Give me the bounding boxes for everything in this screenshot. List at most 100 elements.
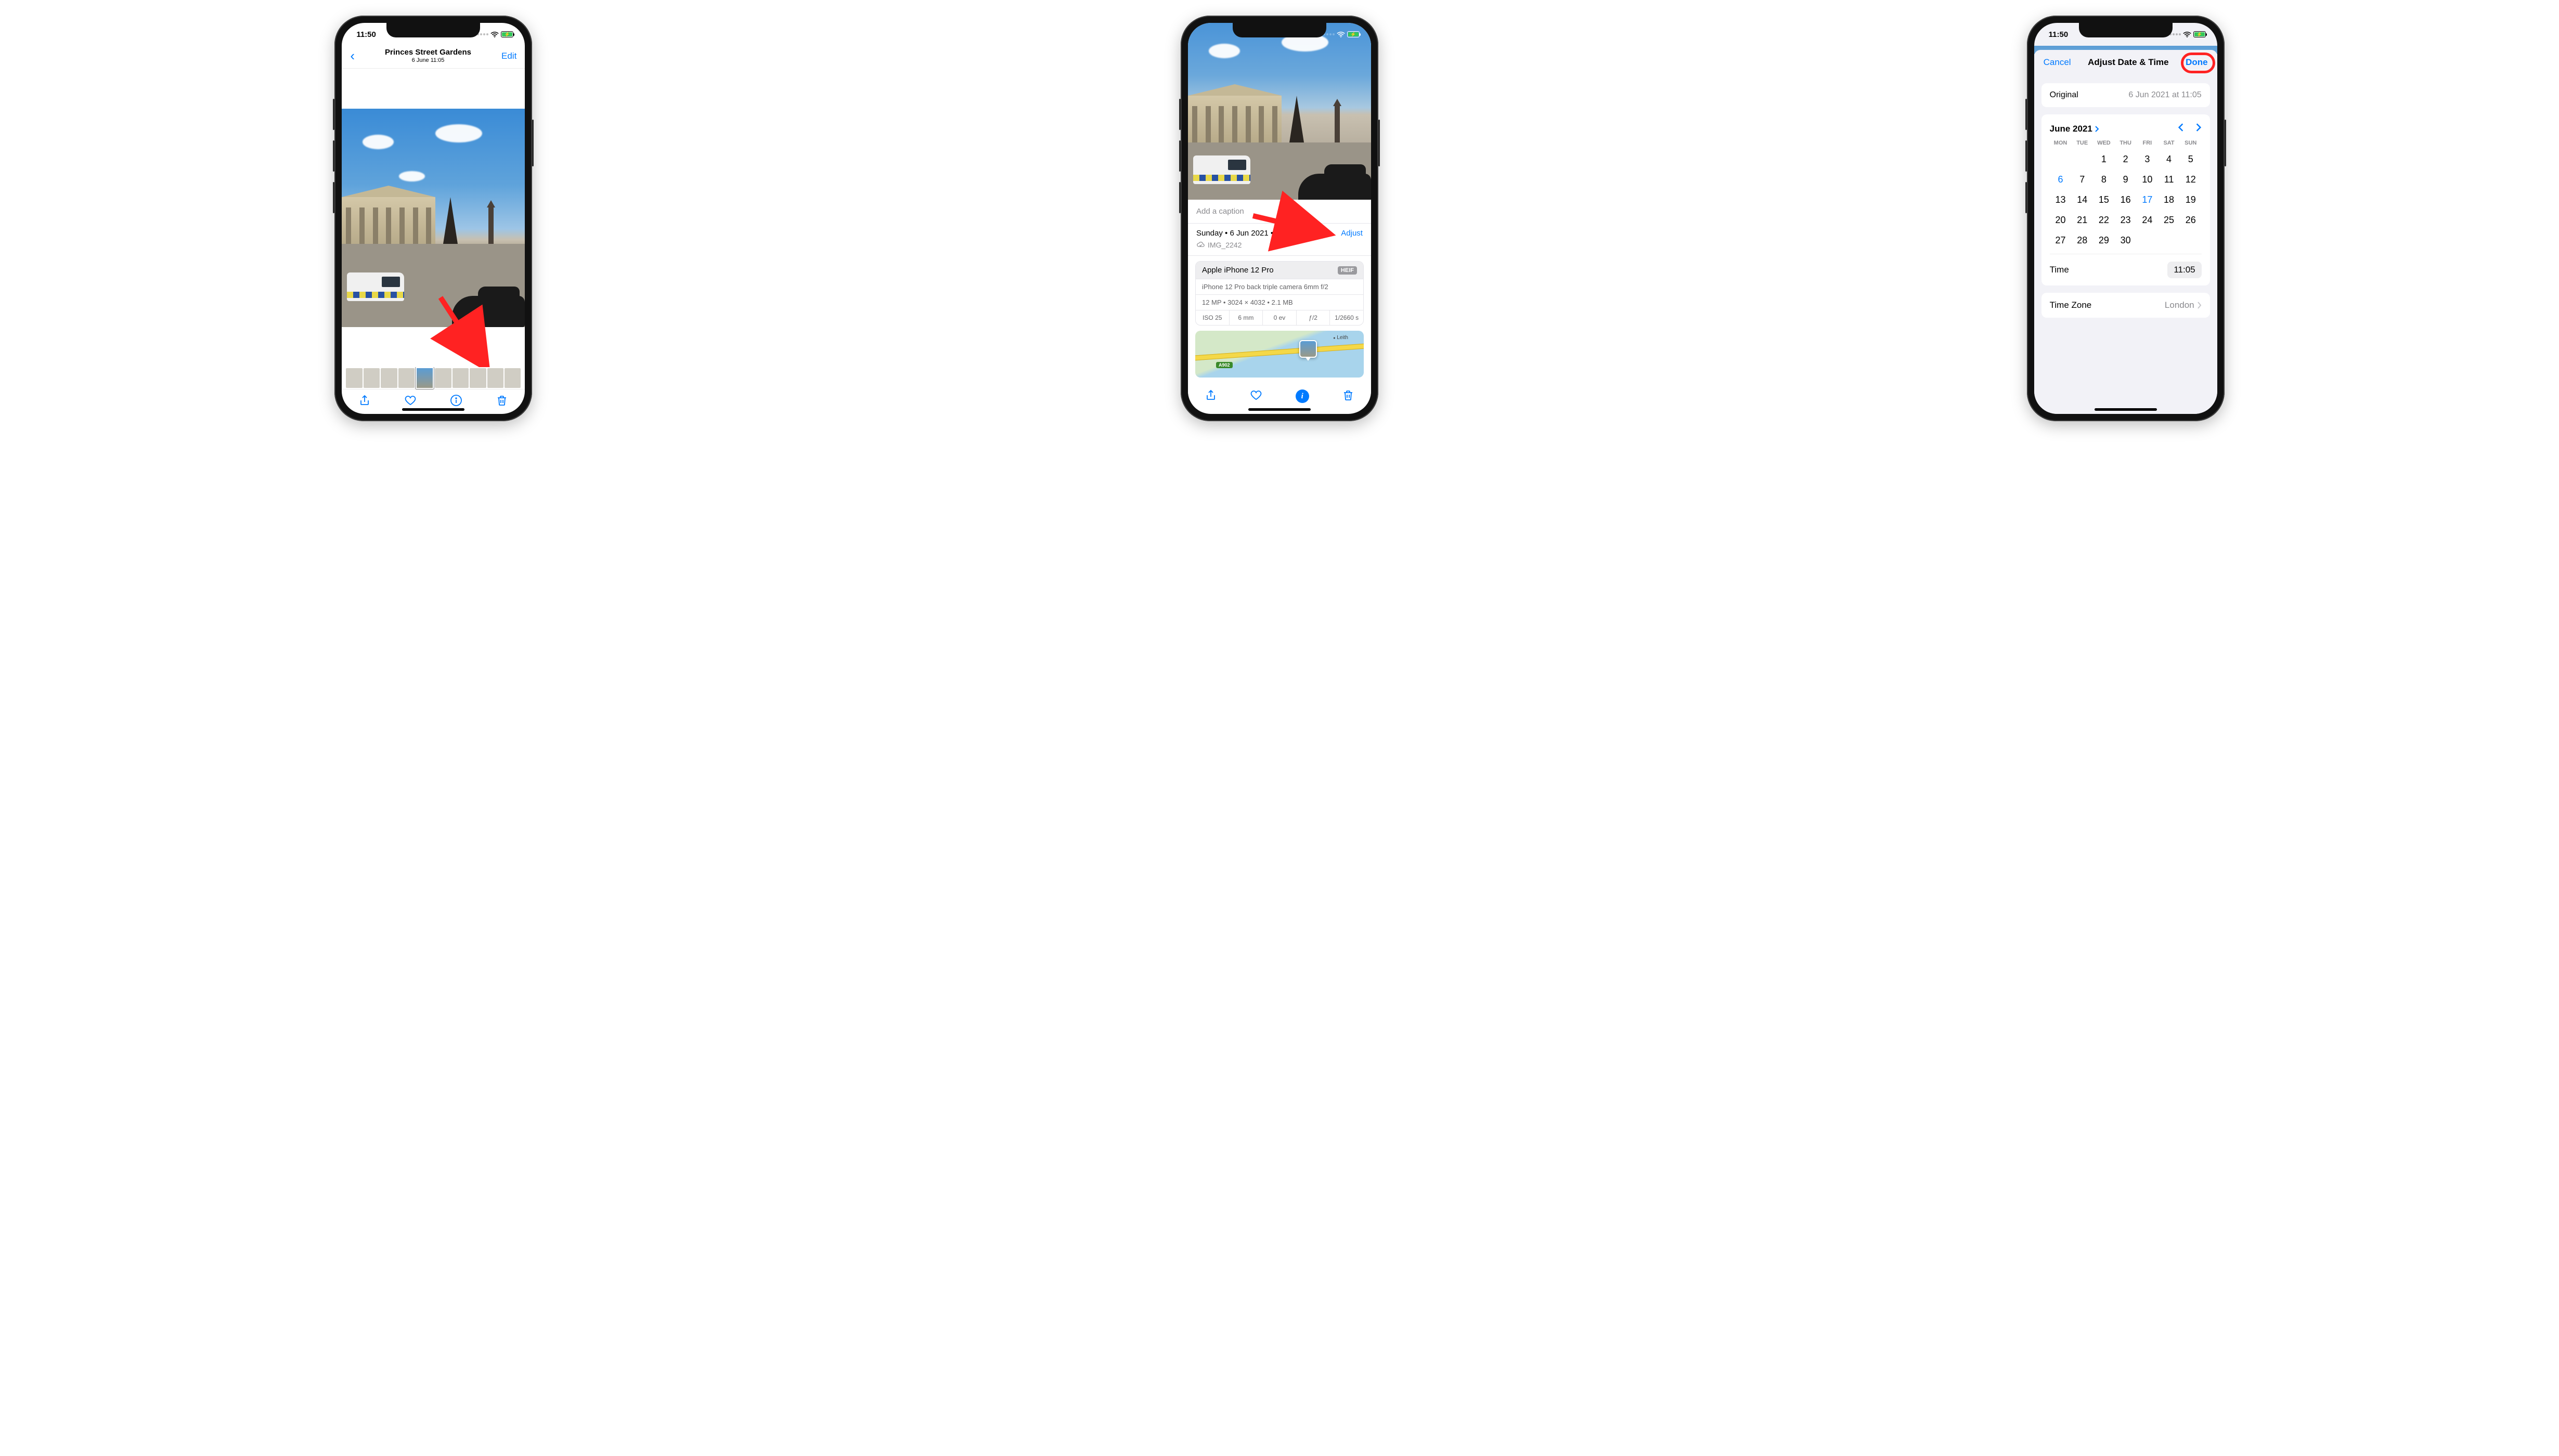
month-label: June 2021 <box>2050 124 2092 134</box>
home-indicator[interactable] <box>2095 408 2157 411</box>
next-month-button[interactable] <box>2195 123 2202 135</box>
camera-specs: ISO 25 6 mm 0 ev ƒ/2 1/2660 s <box>1196 310 1363 325</box>
calendar-day[interactable]: 13 <box>2050 190 2072 210</box>
delete-button[interactable] <box>496 394 508 409</box>
battery-icon: ⚡ <box>501 31 513 37</box>
sheet-title: Adjust Date & Time <box>2088 57 2169 68</box>
calendar-day[interactable]: 7 <box>2071 170 2093 190</box>
location-map[interactable]: A902 ● Leith <box>1195 331 1364 378</box>
caption-input[interactable]: Add a caption <box>1188 200 1371 224</box>
home-indicator[interactable] <box>402 408 464 411</box>
phone-photo-viewer: 11:50 ⚡ ‹ Princes Street Gardens 6 June … <box>334 16 532 421</box>
calendar-day[interactable]: 3 <box>2136 149 2158 170</box>
calendar-day[interactable]: 20 <box>2050 210 2072 230</box>
battery-icon: ⚡ <box>2193 31 2206 37</box>
calendar-day[interactable]: 22 <box>2093 210 2115 230</box>
map-photo-pin[interactable] <box>1299 340 1317 358</box>
calendar-day[interactable]: 12 <box>2180 170 2202 190</box>
info-button-active[interactable]: i <box>1296 389 1309 403</box>
camera-device: Apple iPhone 12 Pro <box>1202 266 1274 275</box>
weekday-header: MONTUEWEDTHUFRISATSUN <box>2050 140 2202 149</box>
info-button[interactable] <box>450 394 462 409</box>
calendar-day[interactable]: 5 <box>2180 149 2202 170</box>
calendar-day[interactable]: 11 <box>2158 170 2180 190</box>
calendar-day[interactable]: 26 <box>2180 210 2202 230</box>
cell-signal-icon <box>1323 33 1335 35</box>
spec-iso: ISO 25 <box>1196 310 1230 325</box>
adjust-sheet: Cancel Adjust Date & Time Done Original … <box>2034 50 2217 414</box>
calendar-day[interactable]: 9 <box>2115 170 2137 190</box>
date-info-row: Sunday • 6 Jun 2021 • 11:05 Adjust IMG_2… <box>1188 224 1371 256</box>
original-date-row: Original 6 Jun 2021 at 11:05 <box>2041 83 2210 107</box>
spec-focal: 6 mm <box>1230 310 1263 325</box>
camera-lens: iPhone 12 Pro back triple camera 6mm f/2 <box>1196 279 1363 294</box>
share-button[interactable] <box>358 394 371 409</box>
chevron-right-icon <box>2095 125 2100 133</box>
camera-meta: 12 MP • 3024 × 4032 • 2.1 MB <box>1196 294 1363 310</box>
back-button[interactable]: ‹ <box>350 48 355 64</box>
calendar-grid[interactable]: ..12345678910111213141516171819202122232… <box>2050 149 2202 251</box>
cell-signal-icon <box>477 33 488 35</box>
spec-shutter: 1/2660 s <box>1330 310 1363 325</box>
calendar-day[interactable]: 8 <box>2093 170 2115 190</box>
notch <box>1233 23 1326 37</box>
share-button[interactable] <box>1205 389 1217 404</box>
calendar-day[interactable]: 1 <box>2093 149 2115 170</box>
map-label: ● Leith <box>1333 335 1348 341</box>
photo-nav-bar: ‹ Princes Street Gardens 6 June 11:05 Ed… <box>342 46 525 69</box>
calendar-day[interactable]: 24 <box>2136 210 2158 230</box>
sheet-header: Cancel Adjust Date & Time Done <box>2034 50 2217 75</box>
time-value[interactable]: 11:05 <box>2167 262 2201 278</box>
edit-button[interactable]: Edit <box>501 51 516 61</box>
calendar-day[interactable]: 14 <box>2071 190 2093 210</box>
phone-adjust-date: 11:50 ⚡ Cancel Adjust Date & Time Done O… <box>2027 16 2225 421</box>
photo-location-title: Princes Street Gardens <box>385 48 471 57</box>
home-indicator[interactable] <box>1248 408 1311 411</box>
map-road-badge: A902 <box>1216 362 1233 368</box>
time-row: Time 11:05 <box>2050 254 2202 285</box>
timezone-value: London <box>2165 300 2194 310</box>
time-label: Time <box>2050 265 2069 275</box>
calendar-day[interactable]: 28 <box>2071 230 2093 251</box>
timezone-label: Time Zone <box>2050 300 2092 310</box>
calendar-day[interactable]: 29 <box>2093 230 2115 251</box>
favorite-button[interactable] <box>1250 389 1262 404</box>
favorite-button[interactable] <box>404 394 417 409</box>
calendar-day[interactable]: 17 <box>2136 190 2158 210</box>
chevron-right-icon <box>2198 302 2202 309</box>
wifi-icon <box>1337 31 1345 37</box>
wifi-icon <box>2183 31 2191 37</box>
prev-month-button[interactable] <box>2178 123 2184 135</box>
calendar-day[interactable]: 6 <box>2050 170 2072 190</box>
calendar-day[interactable]: 2 <box>2115 149 2137 170</box>
notch <box>386 23 480 37</box>
calendar-day[interactable]: 16 <box>2115 190 2137 210</box>
adjust-button[interactable]: Adjust <box>1341 229 1363 238</box>
calendar-day[interactable]: 23 <box>2115 210 2137 230</box>
photo-viewport[interactable] <box>342 69 525 367</box>
original-value: 6 Jun 2021 at 11:05 <box>2128 90 2201 100</box>
photo-datetime: Sunday • 6 Jun 2021 • 11:05 <box>1196 229 1295 238</box>
calendar-day[interactable]: 18 <box>2158 190 2180 210</box>
calendar-day[interactable]: 10 <box>2136 170 2158 190</box>
calendar-day[interactable]: 25 <box>2158 210 2180 230</box>
spec-ev: 0 ev <box>1263 310 1297 325</box>
photo-preview[interactable] <box>1188 23 1371 200</box>
calendar-day[interactable]: 19 <box>2180 190 2202 210</box>
month-picker[interactable]: June 2021 <box>2050 124 2100 134</box>
calendar-day[interactable]: 21 <box>2071 210 2093 230</box>
thumbnail-selected[interactable] <box>416 367 434 389</box>
thumbnail-strip[interactable] <box>342 367 525 389</box>
timezone-row[interactable]: Time Zone London <box>2041 293 2210 318</box>
original-label: Original <box>2050 90 2078 100</box>
cancel-button[interactable]: Cancel <box>2044 57 2071 68</box>
calendar-day[interactable]: 30 <box>2115 230 2137 251</box>
calendar-day[interactable]: 4 <box>2158 149 2180 170</box>
wifi-icon <box>490 31 499 37</box>
delete-button[interactable] <box>1342 389 1354 404</box>
calendar-day[interactable]: 15 <box>2093 190 2115 210</box>
status-time: 11:50 <box>356 30 376 39</box>
calendar-card: June 2021 MONTUEWEDTHUFRISATSUN ..123456… <box>2041 114 2210 285</box>
calendar-day[interactable]: 27 <box>2050 230 2072 251</box>
done-button[interactable]: Done <box>2186 57 2208 68</box>
